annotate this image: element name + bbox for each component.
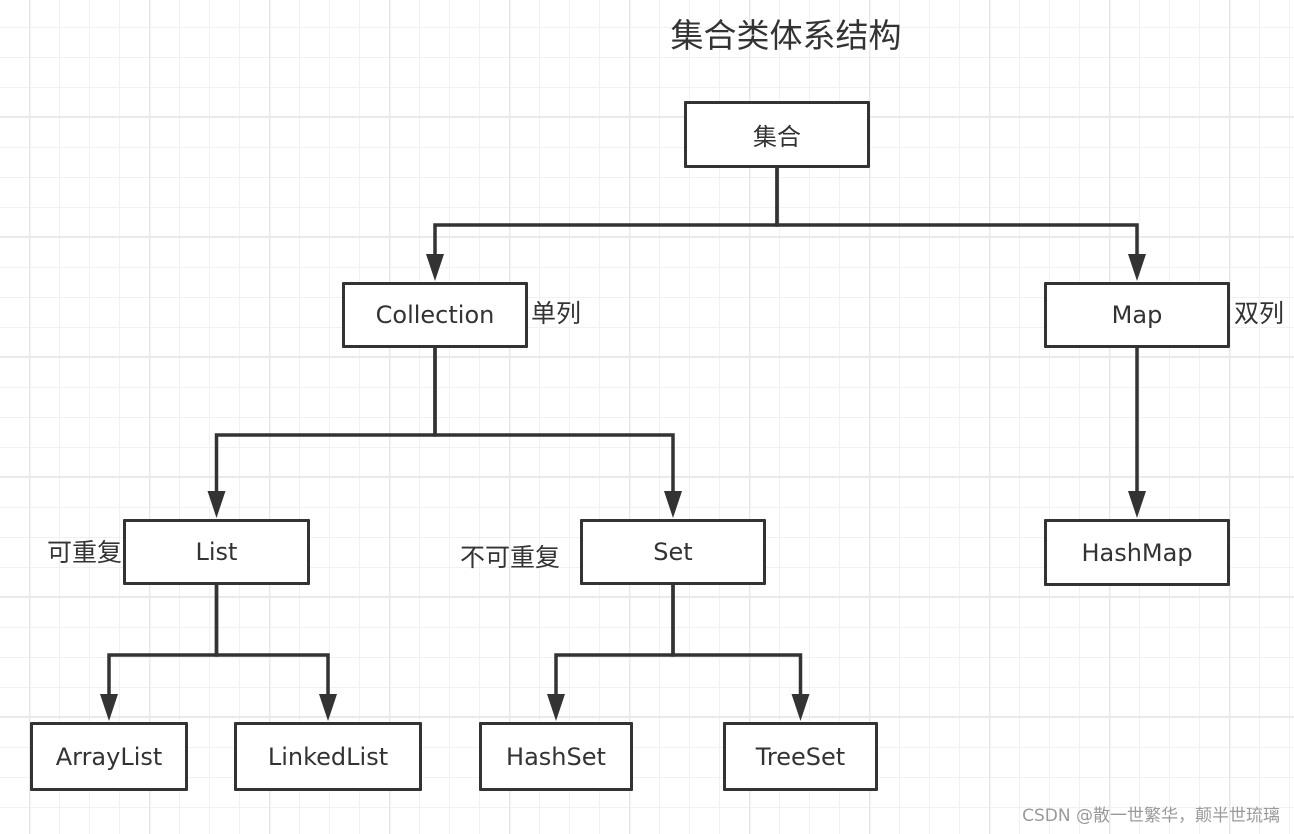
arrowhead-hashmap [1128, 491, 1146, 518]
arrowhead-treeset [791, 694, 810, 721]
annotation-collection: 单列 [531, 299, 582, 328]
node-map[interactable]: Map [1044, 282, 1230, 348]
arrowhead-hashset [547, 694, 565, 721]
node-treeset[interactable]: TreeSet [723, 722, 878, 791]
node-collection[interactable]: Collection [342, 282, 528, 348]
node-treeset-label: TreeSet [755, 742, 846, 771]
node-hashmap[interactable]: HashMap [1044, 519, 1230, 586]
node-root-label: 集合 [753, 123, 801, 151]
node-map-label: Map [1111, 301, 1163, 329]
node-linkedlist[interactable]: LinkedList [234, 722, 422, 791]
annotation-set: 不可重复 [460, 543, 561, 572]
arrowhead-set [664, 491, 682, 518]
node-list-label: List [195, 538, 238, 566]
arrowhead-linkedlist [319, 694, 337, 721]
edge-set-treeset [671, 585, 803, 696]
arrowhead-collection [426, 254, 444, 281]
connector-layer [100, 168, 1146, 721]
diagram-title: 集合类体系结构 [670, 16, 902, 55]
arrowhead-arraylist [100, 694, 118, 721]
node-list[interactable]: List [123, 519, 310, 585]
node-hashmap-label: HashMap [1081, 538, 1193, 567]
edge-list-linkedlist [214, 585, 330, 696]
node-root[interactable]: 集合 [684, 101, 870, 168]
edge-collection-list [214, 348, 437, 493]
edge-set-hashset [554, 585, 675, 696]
edge-collection-set [433, 348, 675, 493]
edge-list-arraylist [107, 585, 219, 696]
node-arraylist[interactable]: ArrayList [30, 722, 188, 791]
node-collection-label: Collection [375, 301, 495, 329]
edge-root-map [775, 168, 1139, 256]
annotation-list: 可重复 [47, 538, 123, 567]
annotation-map: 双列 [1234, 299, 1285, 328]
node-hashset-label: HashSet [506, 742, 606, 771]
arrowhead-map [1128, 254, 1146, 281]
node-set-label: Set [653, 538, 693, 566]
arrowhead-list [207, 491, 226, 518]
node-set[interactable]: Set [580, 519, 766, 585]
node-linkedlist-label: LinkedList [267, 742, 389, 771]
watermark: CSDN @散一世繁华，颠半世琉璃 [1022, 806, 1280, 826]
edge-root-collection [433, 168, 779, 256]
node-arraylist-label: ArrayList [55, 742, 163, 771]
node-hashset[interactable]: HashSet [479, 722, 633, 791]
